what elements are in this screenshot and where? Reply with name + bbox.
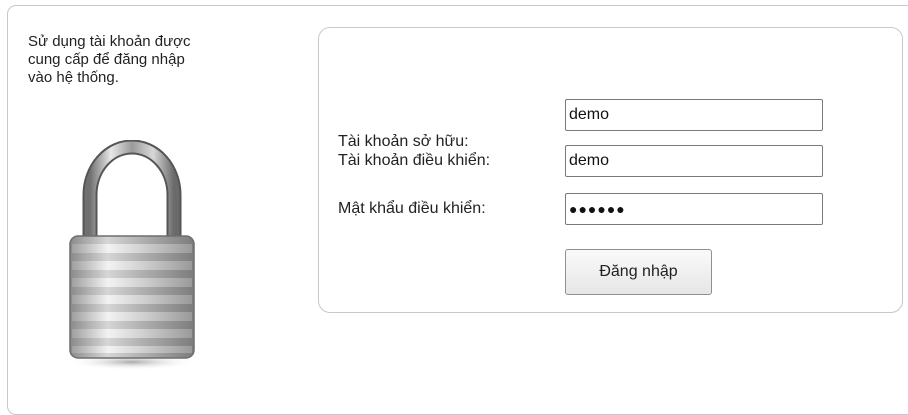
owner-account-input[interactable]: [565, 99, 823, 131]
padlock-icon: [62, 139, 202, 380]
instructions-line-2: cung cấp để đăng nhập: [28, 51, 185, 68]
owner-account-label: Tài khoản sở hữu:: [338, 133, 469, 150]
control-password-label: Mật khẩu điều khiển:: [338, 200, 486, 217]
control-account-input[interactable]: [565, 145, 823, 177]
login-button[interactable]: Đăng nhập: [565, 249, 712, 295]
control-password-input[interactable]: [565, 193, 823, 225]
control-account-label: Tài khoản điều khiển:: [338, 152, 491, 169]
instructions-line-1: Sử dụng tài khoản được: [28, 33, 191, 50]
login-instructions: Sử dụng tài khoản được cung cấp để đăng …: [28, 33, 298, 87]
instructions-line-3: vào hệ thống.: [28, 69, 119, 86]
